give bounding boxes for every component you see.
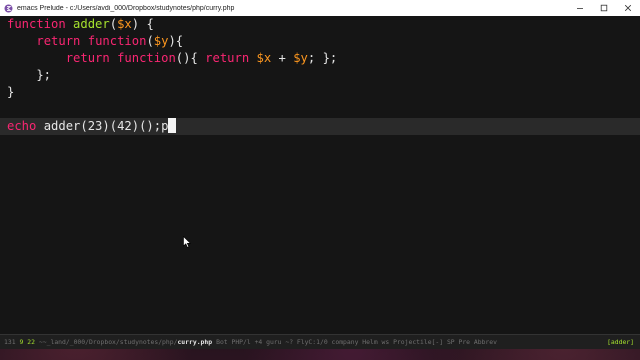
modeline-path: ~~_land/_000/Dropbox/studynotes/php/ [38, 338, 178, 346]
code-token: (){ [175, 51, 206, 65]
code-line[interactable]: } [0, 84, 640, 101]
code-token: }; [7, 68, 52, 82]
current-code-line[interactable]: echo adder(23)(42)();p [0, 118, 640, 135]
code-editor[interactable]: function adder($x) { return function($y)… [0, 16, 640, 334]
mode-line: 131 9 22 ~~_land/_000/Dropbox/studynotes… [0, 334, 640, 349]
code-token: ){ [168, 34, 184, 48]
code-token: + [271, 51, 294, 65]
code-token: return [205, 51, 250, 65]
modeline-info: Bot PHP/l +4 guru ~? FlyC:1/0 company He… [216, 338, 497, 346]
modeline-line-col: 9 22 [19, 338, 35, 346]
code-token: ( [146, 34, 154, 48]
code-line[interactable]: return function(){ return $x + $y; }; [0, 50, 640, 67]
code-token: ( [109, 17, 118, 31]
modeline-filename: curry.php [177, 338, 213, 346]
code-line[interactable] [0, 101, 640, 118]
code-token: ) { [131, 17, 154, 31]
code-token: $x [256, 51, 272, 65]
code-token: function [7, 17, 66, 31]
code-token: ; }; [307, 51, 338, 65]
code-token: } [7, 85, 15, 99]
maximize-icon[interactable] [592, 0, 616, 16]
window-title: emacs Prelude - c:/Users/avdi_000/Dropbo… [17, 4, 235, 12]
close-icon[interactable] [616, 0, 640, 16]
code-token: $y [153, 34, 169, 48]
text-cursor [168, 118, 177, 133]
code-line[interactable]: return function($y){ [0, 33, 640, 50]
code-token: adder(23)(42)();p [36, 119, 169, 133]
code-token: $y [293, 51, 308, 65]
code-token: echo [7, 119, 37, 133]
emacs-window[interactable]: emacs Prelude - c:/Users/avdi_000/Dropbo… [0, 0, 640, 349]
code-token: adder [73, 17, 110, 31]
mouse-pointer-icon [183, 236, 191, 248]
code-token: return [65, 51, 110, 65]
code-token: function [87, 34, 147, 48]
code-token: $x [117, 17, 132, 31]
modeline-position: 131 [4, 338, 16, 346]
modeline-function-name: [adder] [607, 338, 634, 346]
title-bar[interactable]: emacs Prelude - c:/Users/avdi_000/Dropbo… [0, 0, 640, 16]
minimize-icon[interactable] [568, 0, 592, 16]
code-line[interactable]: function adder($x) { [0, 16, 640, 33]
code-token: return [36, 34, 81, 48]
code-token: function [117, 51, 176, 65]
code-line[interactable]: }; [0, 67, 640, 84]
emacs-icon [4, 4, 13, 13]
